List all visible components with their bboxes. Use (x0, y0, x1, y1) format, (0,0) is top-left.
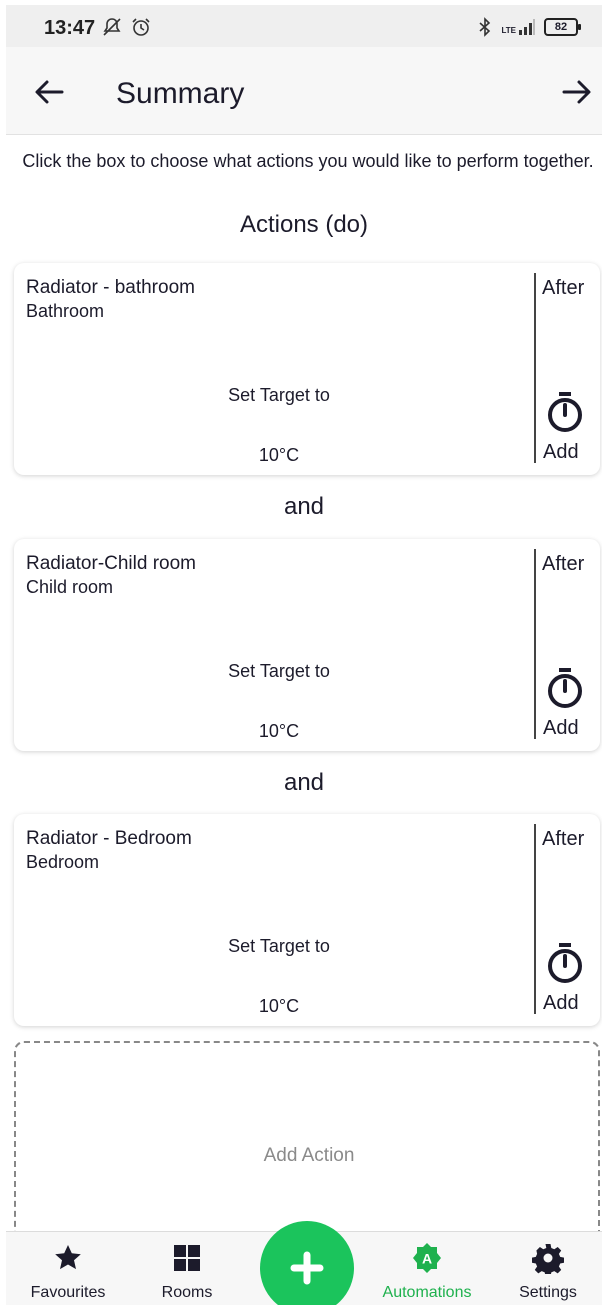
status-bar: 13:47 LTE 82 (6, 5, 602, 47)
battery-indicator: 82 (544, 18, 581, 36)
device-name: Radiator-Child room (26, 553, 197, 574)
nav-item-rooms[interactable]: Rooms (127, 1232, 247, 1305)
svg-text:A: A (422, 1251, 432, 1267)
network-type: LTE (501, 26, 516, 35)
nav-label: Favourites (30, 1284, 106, 1301)
action-card[interactable]: Radiator - Bedroom Bedroom Set Target to… (14, 814, 600, 1026)
target-value: 10°C (258, 721, 300, 741)
add-automation-button[interactable] (260, 1221, 354, 1305)
stopwatch-icon[interactable] (547, 942, 583, 984)
plus-icon (290, 1251, 324, 1285)
room-name: Bedroom (26, 852, 100, 872)
after-label: After (542, 553, 585, 575)
add-delay-button[interactable]: Add (543, 992, 579, 1015)
app-screen: 13:47 LTE 82 Summary Click the box to ch… (6, 5, 602, 1305)
after-label: After (542, 277, 585, 299)
and-connector: and (283, 493, 325, 520)
status-time: 13:47 (44, 17, 96, 39)
room-name: Bathroom (26, 301, 105, 321)
notifications-off-icon (103, 18, 121, 36)
target-value: 10°C (258, 996, 300, 1016)
instructions-text: Click the box to choose what actions you… (22, 151, 594, 171)
action-text: Set Target to (228, 936, 330, 956)
add-action-label: Add Action (263, 1145, 355, 1166)
nav-label: Automations (382, 1284, 472, 1301)
nav-item-automations[interactable]: A Automations (367, 1232, 487, 1305)
app-header: Summary (6, 47, 602, 135)
bluetooth-icon (479, 17, 491, 37)
grid-icon (174, 1245, 200, 1271)
after-label: After (542, 828, 585, 850)
arrow-right-icon[interactable] (560, 75, 594, 109)
device-name: Radiator - Bedroom (26, 828, 192, 849)
action-text: Set Target to (228, 385, 330, 405)
section-title: Actions (do) (239, 211, 369, 238)
battery-level: 82 (554, 21, 568, 33)
arrow-left-icon[interactable] (32, 75, 66, 109)
stopwatch-icon[interactable] (547, 391, 583, 433)
add-delay-button[interactable]: Add (543, 717, 579, 740)
nav-item-settings[interactable]: Settings (488, 1232, 602, 1305)
and-connector: and (283, 769, 325, 796)
room-name: Child room (26, 577, 114, 597)
target-value: 10°C (258, 445, 300, 465)
alarm-icon (132, 18, 150, 36)
star-icon (55, 1245, 81, 1270)
card-divider (534, 824, 536, 1014)
status-right: LTE 82 (477, 17, 581, 37)
device-name: Radiator - bathroom (26, 277, 195, 298)
gear-icon (532, 1244, 564, 1274)
page-title: Summary (116, 77, 245, 110)
nav-item-favourites[interactable]: Favourites (8, 1232, 128, 1305)
action-text: Set Target to (228, 661, 330, 681)
stopwatch-icon[interactable] (547, 667, 583, 709)
action-card[interactable]: Radiator-Child room Child room Set Targe… (14, 539, 600, 751)
card-divider (534, 549, 536, 739)
nav-label: Rooms (161, 1284, 213, 1301)
action-card[interactable]: Radiator - bathroom Bathroom Set Target … (14, 263, 600, 475)
add-delay-button[interactable]: Add (543, 441, 579, 464)
automations-icon: A (413, 1243, 441, 1273)
nav-label: Settings (519, 1284, 577, 1301)
card-divider (534, 273, 536, 463)
signal-icon: LTE (501, 19, 536, 35)
